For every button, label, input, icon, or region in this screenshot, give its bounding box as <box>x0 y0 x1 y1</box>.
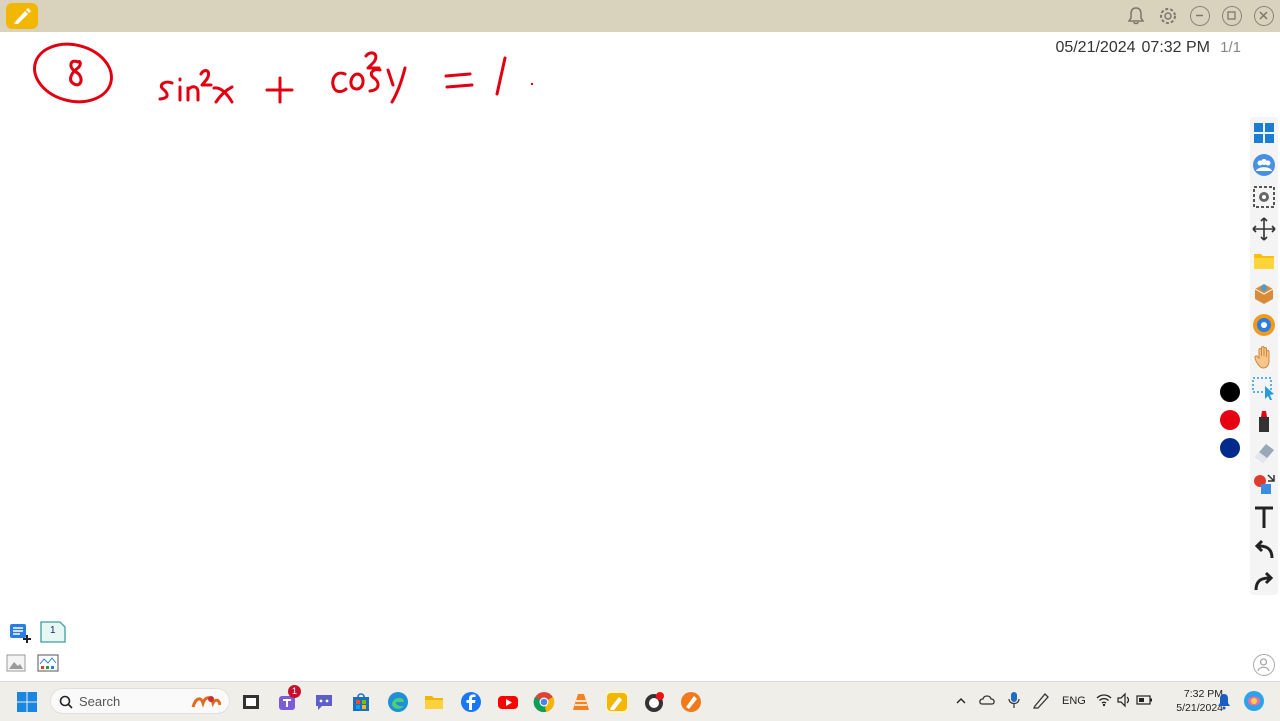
pen-icon[interactable] <box>6 3 38 29</box>
marker-icon[interactable] <box>1252 409 1276 433</box>
eraser-icon[interactable] <box>1252 441 1276 465</box>
windows-grid-icon[interactable] <box>1252 121 1276 145</box>
restore-icon[interactable] <box>1222 6 1242 26</box>
title-bar <box>0 0 1280 32</box>
folder-icon[interactable] <box>1252 249 1276 273</box>
screenshot-icon[interactable] <box>1252 185 1276 209</box>
pen-tray-icon[interactable] <box>1032 691 1050 714</box>
teams-app-icon[interactable]: 1 <box>276 685 301 713</box>
cos-ink <box>331 68 382 93</box>
one-ink <box>495 56 507 96</box>
background-icon[interactable] <box>37 654 61 676</box>
volume-icon[interactable] <box>1116 692 1132 713</box>
box-icon[interactable] <box>1252 281 1276 305</box>
chrome-browser-icon[interactable] <box>533 691 555 713</box>
vlc-app-icon[interactable] <box>570 691 592 713</box>
browser-icon[interactable] <box>1252 313 1276 337</box>
plus-ink <box>265 76 294 104</box>
search-highlight-icon <box>191 696 221 708</box>
tray-expand-icon[interactable] <box>955 694 967 712</box>
x-ink <box>212 85 234 104</box>
image-icon[interactable] <box>6 654 30 676</box>
onedrive-icon[interactable] <box>979 691 997 714</box>
whiteboard-app-icon[interactable] <box>606 691 628 713</box>
page-thumbnail[interactable]: 1 <box>40 621 66 643</box>
notification-bell-icon[interactable] <box>1216 692 1232 715</box>
search-icon <box>59 695 73 709</box>
equals-ink <box>444 72 474 89</box>
red-color-swatch[interactable] <box>1220 410 1240 430</box>
cos-exponent-ink <box>364 51 381 70</box>
search-label: Search <box>79 694 121 709</box>
notification-badge: 1 <box>288 685 301 698</box>
add-page-icon[interactable] <box>8 621 32 643</box>
sin-exponent-ink <box>199 69 213 87</box>
facebook-app-icon[interactable] <box>460 691 482 713</box>
black-color-swatch[interactable] <box>1220 382 1240 402</box>
copilot-icon[interactable] <box>1243 690 1265 717</box>
minimize-icon[interactable] <box>1190 6 1210 26</box>
taskbar-search[interactable]: Search <box>50 688 230 714</box>
language-indicator[interactable]: ENG <box>1062 695 1086 707</box>
close-icon[interactable] <box>1254 6 1274 26</box>
youtube-app-icon[interactable] <box>497 691 519 713</box>
microphone-icon[interactable] <box>1007 691 1021 714</box>
user-avatar-icon[interactable] <box>1253 654 1275 676</box>
task-view-icon[interactable] <box>240 691 262 713</box>
sin-ink <box>158 77 200 102</box>
bell-icon[interactable] <box>1126 6 1146 26</box>
handwritten-equation <box>33 42 534 104</box>
stray-dot-ink <box>530 82 534 86</box>
eight-ink <box>69 59 83 87</box>
windows-taskbar: Search 1 ENG 7:32 PM 5/21/2024 <box>0 681 1280 721</box>
redo-icon[interactable] <box>1252 569 1276 593</box>
whiteboard-canvas[interactable] <box>0 32 1248 680</box>
obs-app-icon[interactable] <box>643 691 665 713</box>
chat-app-icon[interactable] <box>313 691 335 713</box>
record-app-icon[interactable] <box>680 691 702 713</box>
wifi-icon[interactable] <box>1096 692 1112 713</box>
blue-color-swatch[interactable] <box>1220 438 1240 458</box>
tool-panel <box>1250 117 1278 595</box>
page-thumbnail-number: 1 <box>50 625 56 636</box>
battery-icon[interactable] <box>1136 693 1154 712</box>
y-ink <box>386 66 407 104</box>
hand-icon[interactable] <box>1252 345 1276 369</box>
gear-icon[interactable] <box>1158 6 1178 26</box>
people-icon[interactable] <box>1252 153 1276 177</box>
edge-browser-icon[interactable] <box>387 691 409 713</box>
shapes-icon[interactable] <box>1252 473 1276 497</box>
store-app-icon[interactable] <box>350 691 372 713</box>
file-explorer-icon[interactable] <box>423 691 445 713</box>
undo-icon[interactable] <box>1252 537 1276 561</box>
windows-start-icon[interactable] <box>17 692 37 712</box>
text-icon[interactable] <box>1252 505 1276 529</box>
select-icon[interactable] <box>1252 377 1276 401</box>
move-icon[interactable] <box>1252 217 1276 241</box>
